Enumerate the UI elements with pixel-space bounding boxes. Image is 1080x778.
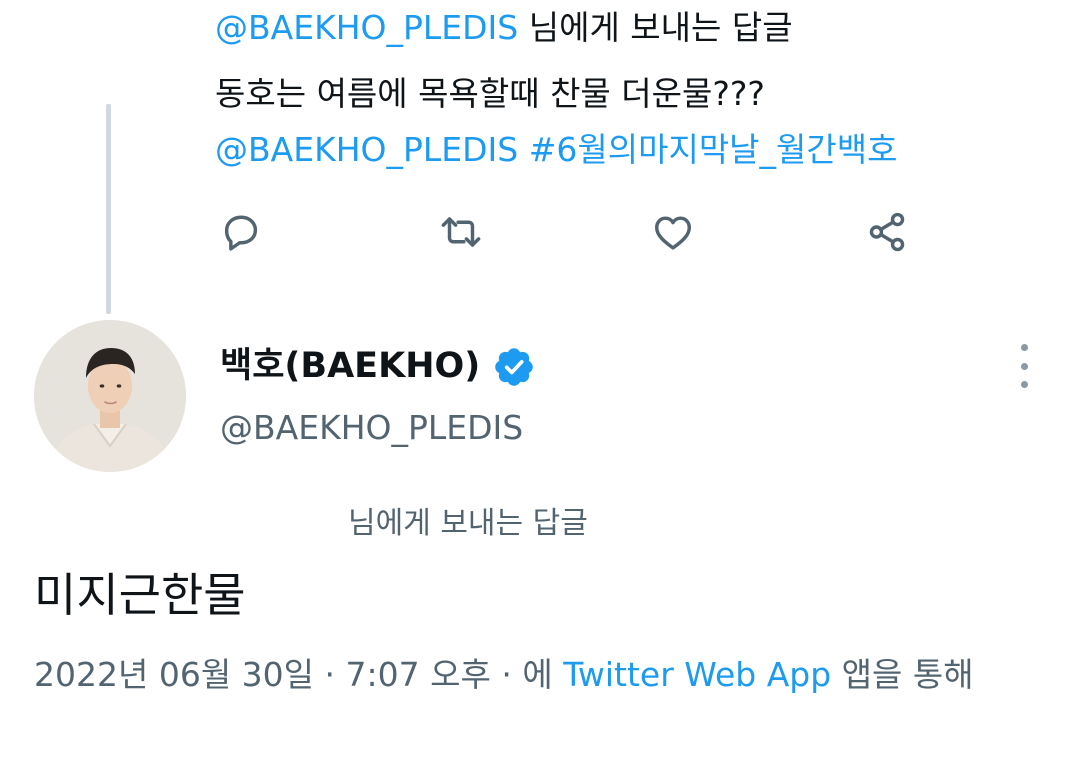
more-options-button[interactable] — [1004, 344, 1044, 388]
thread-connector-line — [106, 104, 111, 314]
author-handle[interactable]: @BAEKHO_PLEDIS — [220, 402, 523, 454]
mention-link[interactable]: @BAEKHO_PLEDIS — [215, 8, 518, 47]
author-display-name[interactable]: 백호(BAEKHO) — [220, 340, 480, 392]
meta-separator: · — [490, 655, 523, 694]
reply-context: @BAEKHO_PLEDIS 님에게 보내는 답글 — [215, 0, 793, 56]
retweet-button[interactable] — [433, 204, 489, 260]
tweet-metadata: 2022년 06월 30일 · 7:07 오후 · 에 Twitter Web … — [34, 648, 1034, 702]
hashtag-link[interactable]: #6월의마지막날_월간백호 — [529, 130, 898, 169]
share-icon — [869, 212, 905, 252]
retweet-icon — [441, 217, 481, 247]
parent-tweet-text: 동호는 여름에 목욕할때 찬물 더운물??? — [215, 74, 765, 113]
via-prefix: 에 — [522, 655, 564, 694]
more-dot — [1020, 344, 1028, 351]
via-suffix: 앱을 통해 — [831, 655, 974, 694]
more-dot — [1020, 362, 1028, 370]
reply-icon — [224, 215, 258, 251]
mention-link[interactable]: @BAEKHO_PLEDIS — [215, 130, 518, 169]
more-dot — [1020, 381, 1028, 388]
like-button[interactable] — [645, 204, 701, 260]
reply-button[interactable] — [213, 204, 269, 260]
source-app-link[interactable]: Twitter Web App — [563, 655, 831, 694]
meta-separator: · — [314, 655, 346, 694]
tweet-date: 2022년 06월 30일 — [34, 655, 315, 694]
tweet-text: 미지근한물 — [34, 568, 246, 622]
heart-icon — [654, 216, 692, 250]
tweet-action-bar — [215, 204, 935, 260]
reply-context-label: 님에게 보내는 답글 — [518, 8, 793, 47]
avatar-photo — [34, 320, 186, 472]
reply-to-label: 님에게 보내는 답글 — [348, 506, 588, 541]
tweet-time[interactable]: 7:07 오후 — [346, 655, 491, 694]
share-button[interactable] — [859, 204, 915, 260]
parent-tweet-tags: @BAEKHO_PLEDIS #6월의마지막날_월간백호 — [215, 122, 897, 178]
verified-badge-icon — [495, 348, 533, 386]
avatar[interactable] — [34, 320, 186, 472]
